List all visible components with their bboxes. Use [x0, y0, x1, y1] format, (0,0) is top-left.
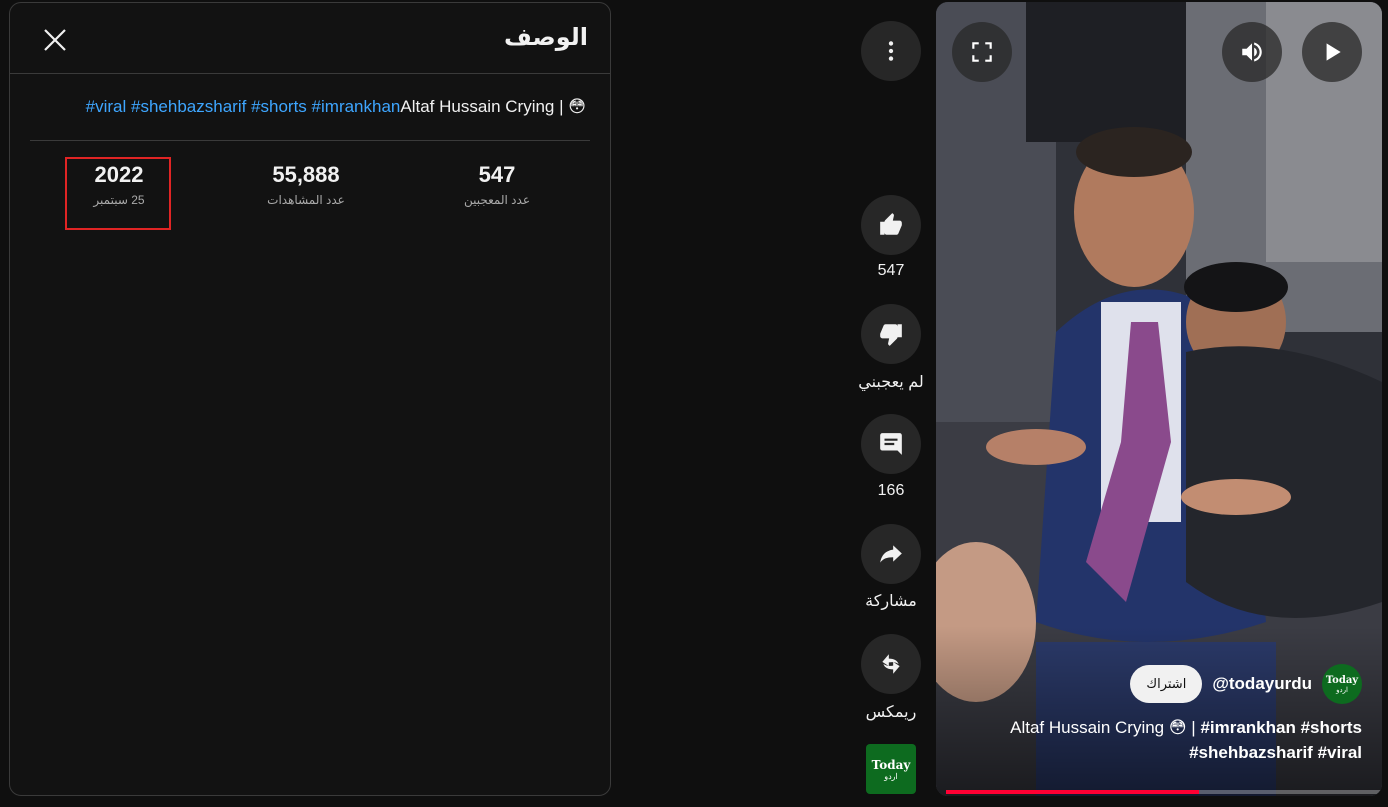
video-title-line1: Altaf Hussain Crying 😳 | #imrankhan #sho…	[962, 715, 1362, 740]
video-player[interactable]: Today اردو @todayurdu اشتراك Altaf Hussa…	[936, 2, 1382, 796]
description-video-title: Altaf Hussain Crying	[400, 97, 555, 116]
stat-likes-value: 547	[478, 162, 516, 187]
subscribe-button[interactable]: اشتراك	[1130, 665, 1203, 703]
more-options-button[interactable]	[861, 21, 921, 81]
progress-bar[interactable]	[946, 790, 1382, 794]
hashtag-shorts[interactable]: #shorts	[251, 97, 307, 116]
video-title-plain: Altaf Hussain Crying 😳 |	[1010, 718, 1201, 737]
stat-views-label: عدد المشاهدات	[267, 193, 345, 207]
close-icon	[44, 29, 66, 51]
comments-button[interactable]	[861, 414, 921, 474]
stat-views-value: 55,888	[272, 162, 340, 187]
dislike-button[interactable]	[861, 304, 921, 364]
volume-icon	[1242, 42, 1262, 62]
fullscreen-button[interactable]	[952, 22, 1012, 82]
play-icon	[1326, 43, 1341, 61]
stat-views: 55,888 عدد المشاهدات	[226, 161, 386, 207]
remix-icon	[882, 654, 900, 674]
channel-handle[interactable]: @todayurdu	[1212, 674, 1312, 694]
channel-avatar-line2: اردو	[1336, 685, 1348, 694]
channel-thumb-line1: Today	[871, 757, 911, 772]
stat-likes: 547 عدد المعجبين	[417, 161, 577, 207]
channel-thumb-line2: اردو	[884, 771, 898, 781]
play-button[interactable]	[1302, 22, 1362, 82]
channel-row: Today اردو @todayurdu اشتراك	[1130, 664, 1362, 704]
comment-count: 166	[877, 482, 905, 499]
channel-avatar-line1: Today	[1325, 674, 1359, 686]
description-prefix: | 😳	[559, 97, 586, 116]
remix-button[interactable]	[861, 634, 921, 694]
progress-fill	[946, 790, 1199, 794]
dislike-label: لم يعجبني	[858, 374, 924, 391]
description-text: #viral #shehbazsharif #shorts #imrankhan…	[26, 97, 586, 117]
fullscreen-icon	[972, 42, 992, 62]
like-count: 547	[877, 262, 905, 279]
remix-label: ريمكس	[865, 704, 917, 721]
stat-likes-label: عدد المعجبين	[464, 193, 530, 207]
description-panel: الوصف #viral #shehbazsharif #shorts #imr…	[9, 2, 611, 796]
share-arrow-icon	[880, 545, 902, 563]
volume-button[interactable]	[1222, 22, 1282, 82]
close-button[interactable]	[40, 25, 70, 55]
divider	[30, 140, 590, 141]
share-label: مشاركة	[865, 593, 917, 610]
video-title-tags-1: #imrankhan #shorts	[1200, 718, 1362, 737]
share-button[interactable]	[861, 524, 921, 584]
like-button[interactable]	[861, 195, 921, 255]
description-title: الوصف	[503, 24, 588, 51]
thumbs-up-icon	[880, 213, 902, 235]
video-title[interactable]: Altaf Hussain Crying 😳 | #imrankhan #sho…	[962, 715, 1362, 765]
hashtag-viral[interactable]: #viral	[86, 97, 127, 116]
thumbs-down-icon	[880, 324, 902, 346]
video-title-line2: #shehbazsharif #viral	[1189, 743, 1362, 762]
video-overlay	[936, 626, 1382, 796]
description-header: الوصف	[10, 3, 610, 74]
more-vert-icon	[888, 41, 894, 61]
channel-avatar[interactable]: Today اردو	[1322, 664, 1362, 704]
hashtag-imrankhan[interactable]: #imrankhan	[312, 97, 401, 116]
hashtag-shehbazsharif[interactable]: #shehbazsharif	[131, 97, 246, 116]
date-highlight-box	[65, 157, 171, 230]
channel-thumbnail[interactable]: Today اردو	[866, 744, 916, 794]
comment-icon	[880, 433, 902, 455]
